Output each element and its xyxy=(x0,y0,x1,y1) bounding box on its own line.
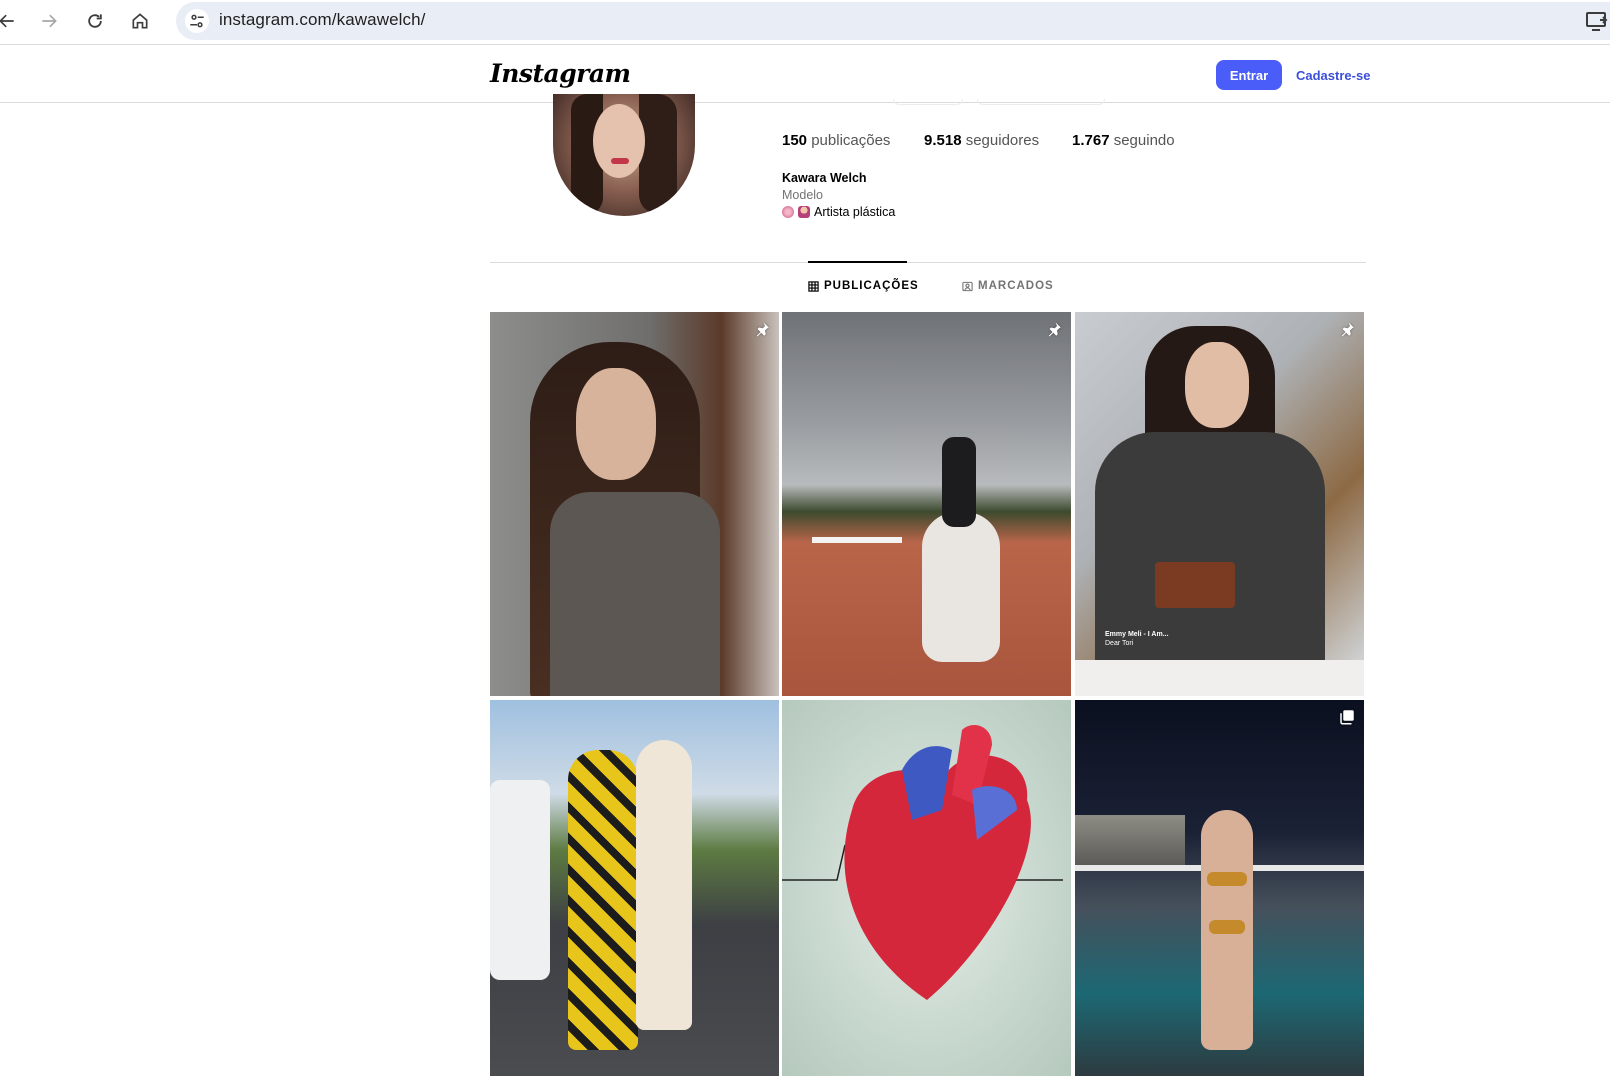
post-thumbnail[interactable] xyxy=(782,700,1071,1076)
post-thumbnail[interactable]: Emmy Meli - I Am... Dear Tori xyxy=(1075,312,1364,696)
heart-painting xyxy=(782,725,1063,1000)
browser-toolbar: instagram.com/kawawelch/ xyxy=(0,0,1610,45)
screen-share-icon[interactable] xyxy=(1584,8,1610,34)
posts-stat: 150 publicações xyxy=(782,132,890,149)
bio-text: Artista plástica xyxy=(814,205,896,219)
instagram-header: Instagram Entrar Cadastre-se xyxy=(0,47,1610,103)
pin-icon xyxy=(1338,320,1356,338)
music-artist: Dear Tori xyxy=(1105,640,1134,647)
post-buildings-shape xyxy=(1075,815,1185,865)
pin-icon xyxy=(753,320,771,338)
forward-arrow-icon[interactable] xyxy=(34,6,64,36)
profile-action-button[interactable] xyxy=(893,99,963,105)
post-horse-shape xyxy=(922,512,1000,662)
flower-emoji-icon xyxy=(782,206,794,218)
active-tab-indicator xyxy=(808,261,907,263)
signup-link[interactable]: Cadastre-se xyxy=(1296,68,1370,83)
post-bikini-top xyxy=(1207,872,1247,886)
profile-category: Modelo xyxy=(782,188,823,202)
music-title: Emmy Meli - I Am... xyxy=(1105,631,1169,638)
post-woman-white-shape xyxy=(636,740,692,1030)
music-caption: Emmy Meli - I Am... Dear Tori xyxy=(1105,630,1169,648)
profile-avatar[interactable] xyxy=(553,94,695,216)
home-icon[interactable] xyxy=(125,6,155,36)
following-stat[interactable]: 1.767 seguindo xyxy=(1072,132,1175,149)
post-face-shape xyxy=(576,368,656,480)
post-bikini-bottom xyxy=(1209,920,1245,934)
carousel-icon xyxy=(1338,708,1356,726)
tab-label: MARCADOS xyxy=(978,280,1054,292)
login-button[interactable]: Entrar xyxy=(1216,60,1282,90)
avatar-face xyxy=(593,104,645,178)
site-settings-icon[interactable] xyxy=(185,9,209,33)
post-clutch-shape xyxy=(1155,562,1235,608)
instagram-logo[interactable]: Instagram xyxy=(490,59,631,88)
following-label: seguindo xyxy=(1113,132,1175,149)
post-thumbnail[interactable] xyxy=(782,312,1071,696)
post-dress-shape xyxy=(1095,432,1325,660)
post-thumbnail[interactable] xyxy=(490,700,779,1076)
tab-label: PUBLICAÇÕES xyxy=(824,280,919,292)
following-count: 1.767 xyxy=(1072,132,1110,149)
followers-label: seguidores xyxy=(965,132,1040,149)
reload-icon[interactable] xyxy=(80,6,110,36)
profile-name: Kawara Welch xyxy=(782,171,867,185)
profile-action-button[interactable] xyxy=(977,99,1105,105)
artist-emoji-icon xyxy=(798,206,810,218)
tagged-icon xyxy=(962,281,973,291)
tab-publicacoes[interactable]: PUBLICAÇÕES xyxy=(808,280,919,292)
followers-stat[interactable]: 9.518 seguidores xyxy=(924,132,1039,149)
post-woman-yellow-shape xyxy=(568,750,638,1050)
address-bar[interactable]: instagram.com/kawawelch/ xyxy=(176,2,1610,40)
back-arrow-icon[interactable] xyxy=(0,6,22,36)
profile-bio: Artista plástica xyxy=(782,205,895,219)
posts-count: 150 xyxy=(782,132,808,149)
url-text[interactable]: instagram.com/kawawelch/ xyxy=(219,10,425,30)
post-face-shape xyxy=(1185,342,1249,428)
avatar-hair xyxy=(639,94,677,214)
pin-icon xyxy=(1045,320,1063,338)
posts-label: publicações xyxy=(811,132,891,149)
post-thumbnail[interactable] xyxy=(490,312,779,696)
followers-count: 9.518 xyxy=(924,132,962,149)
grid-icon xyxy=(808,280,819,292)
avatar-lips xyxy=(611,158,629,164)
post-jump-bar xyxy=(812,537,902,543)
post-thumbnail[interactable] xyxy=(1075,700,1364,1076)
post-sweater-shape xyxy=(550,492,720,696)
tab-marcados[interactable]: MARCADOS xyxy=(962,280,1054,292)
post-car-shape xyxy=(490,780,550,980)
post-rider-shape xyxy=(942,437,976,527)
tabs-divider xyxy=(490,262,1366,263)
